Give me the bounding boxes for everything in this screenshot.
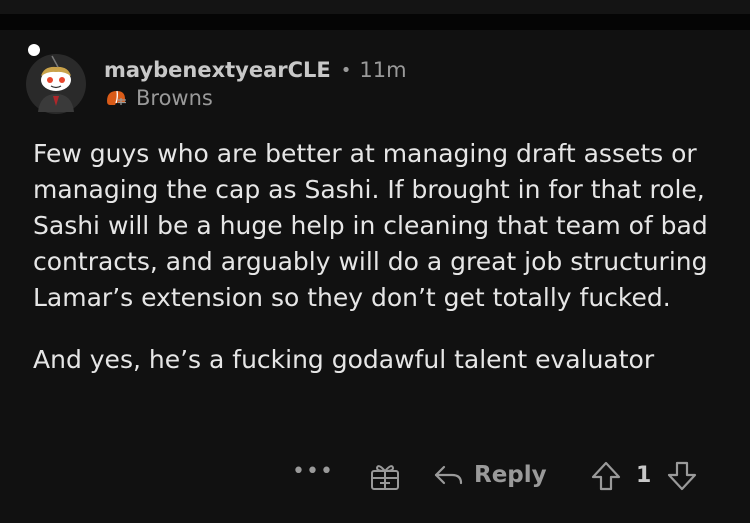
timestamp: 11m [359, 58, 407, 82]
comment-header: maybenextyearCLE • 11m Browns [104, 55, 407, 113]
award-gift-icon[interactable] [368, 459, 402, 493]
top-bar [0, 0, 750, 14]
comment-paragraph: Few guys who are better at managing draf… [33, 139, 708, 312]
divider [0, 14, 750, 30]
comment-actions: ••• Reply 1 [0, 455, 750, 499]
snoo-avatar-icon[interactable] [24, 50, 88, 114]
username-link[interactable]: maybenextyearCLE [104, 58, 331, 82]
comment-body: Few guys who are better at managing draf… [33, 136, 723, 378]
reply-arrow-icon [434, 465, 463, 485]
browns-helmet-icon [104, 86, 128, 110]
upvote-arrow-icon[interactable] [590, 460, 622, 492]
comment-paragraph: And yes, he’s a fucking godawful talent … [33, 345, 655, 374]
vote-score: 1 [636, 463, 652, 488]
reply-label: Reply [474, 462, 547, 488]
antenna-tip [28, 44, 40, 56]
downvote-arrow-icon[interactable] [666, 460, 698, 492]
more-options-button[interactable]: ••• [292, 459, 334, 484]
reply-button[interactable]: Reply [432, 459, 547, 491]
separator-dot: • [340, 59, 352, 81]
user-flair: Browns [136, 86, 213, 110]
